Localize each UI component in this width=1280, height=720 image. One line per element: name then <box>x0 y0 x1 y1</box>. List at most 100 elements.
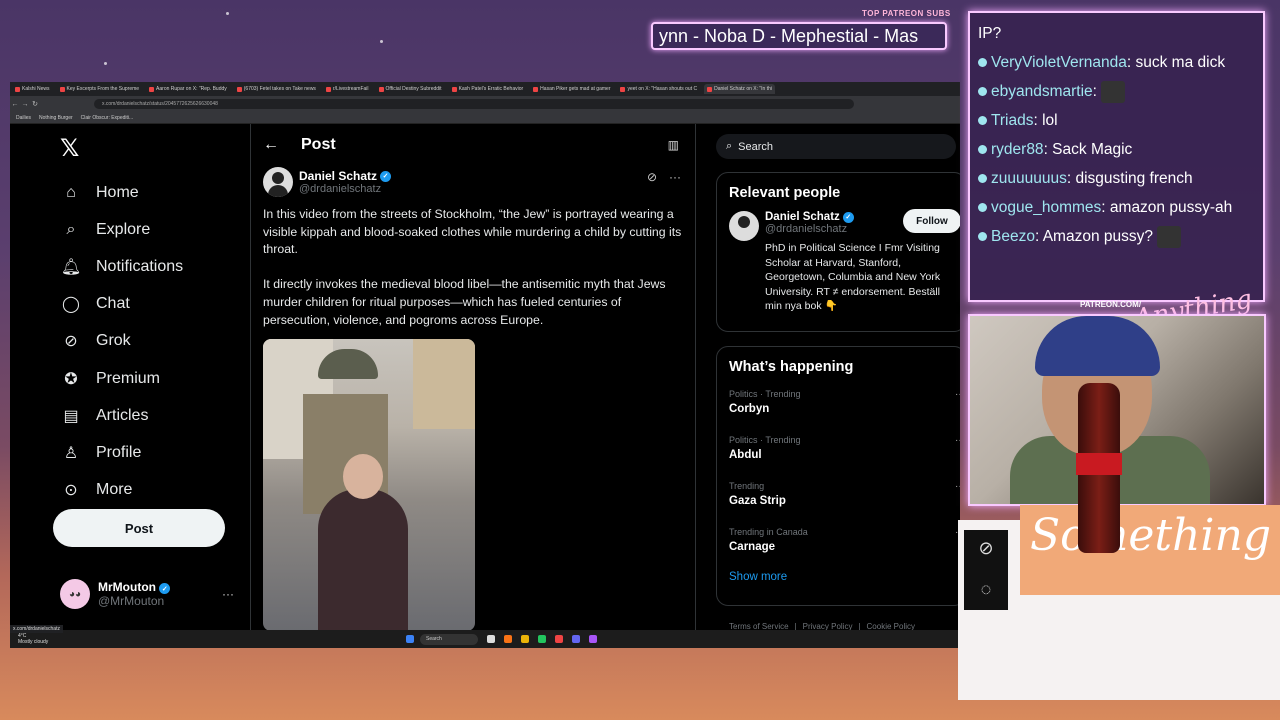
bookmark-item[interactable]: Dailies <box>16 115 31 121</box>
browser-tab[interactable]: Kalshi News <box>12 84 53 94</box>
browser-tab[interactable]: yeet on X: "Hasan shouts out C <box>617 84 700 94</box>
chat-badge-icon <box>978 58 987 68</box>
browser-tab[interactable]: Kash Patel's Erratic Behavior <box>449 84 527 94</box>
nav-item-home[interactable]: ⌂ Home <box>60 174 183 211</box>
back-arrow-icon[interactable]: ← <box>10 101 20 108</box>
browser-tab[interactable]: (6703) Fetel takes on Take news <box>234 84 319 94</box>
browser-tab[interactable]: r/LivestreamFail <box>323 84 372 94</box>
nav-item-more[interactable]: ⊙ More <box>60 472 183 509</box>
patreon-subs-label: TOP PATREON SUBS <box>862 9 951 18</box>
nav-item-label: Chat <box>96 295 130 313</box>
tab-favicon-icon <box>149 86 155 92</box>
post-button[interactable]: Post <box>53 509 225 547</box>
firefox-icon[interactable] <box>504 635 512 643</box>
chat-text: : suck ma dick <box>1126 54 1226 71</box>
trend-more-icon[interactable]: ··· <box>955 389 960 400</box>
chat-message: Triads: lol <box>978 106 1255 135</box>
x-logo-icon[interactable]: 𝕏 <box>60 134 79 162</box>
trend-item[interactable]: Trending Gaza Strip ··· <box>717 477 960 523</box>
avatar[interactable] <box>729 211 759 241</box>
chat-username[interactable]: VeryVioletVernanda <box>991 54 1127 71</box>
chat-username[interactable]: Triads <box>991 112 1034 129</box>
tab-favicon-icon <box>451 86 457 92</box>
author-avatar[interactable] <box>263 167 293 197</box>
account-name: MrMouton ✓ <box>98 580 171 595</box>
post-author[interactable]: Daniel Schatz ✓ @drdanielschatz <box>263 167 392 197</box>
chat-username[interactable]: ebyandsmartie <box>991 83 1093 100</box>
nav-item-label: Grok <box>96 332 131 350</box>
reader-mode-icon[interactable]: ▥ <box>668 138 679 152</box>
chat-text: : <box>1092 83 1097 100</box>
forward-arrow-icon[interactable]: → <box>20 101 30 108</box>
hair <box>1035 316 1160 376</box>
bookmark-item[interactable]: Clair Obscur: Expediti... <box>81 115 134 121</box>
browser-tab[interactable]: Official Destiny Subreddit <box>376 84 445 94</box>
chat-badge-icon <box>978 203 987 213</box>
folder-icon[interactable] <box>521 635 529 643</box>
chat-text: : disgusting french <box>1066 170 1193 187</box>
grok-icon[interactable]: ⊘ <box>978 538 993 559</box>
star <box>380 40 383 43</box>
account-handle: @MrMouton <box>98 594 165 609</box>
taskview-icon[interactable] <box>487 635 495 643</box>
trend-item[interactable]: Politics · Trending Corbyn ··· <box>717 385 960 431</box>
browser-tab[interactable]: Hasan Piker gets mad at gamer <box>530 84 613 94</box>
relevant-person[interactable]: Daniel Schatz ✓ @drdanielschatz PhD in Po… <box>717 209 960 314</box>
bell-icon: 🔔︎ <box>60 258 82 276</box>
star <box>104 62 107 65</box>
chat-username[interactable]: ryder88 <box>991 141 1044 158</box>
nav-item-premium[interactable]: ✪ Premium <box>60 360 183 397</box>
browser-tab[interactable]: Daniel Schatz on X: "In thi <box>704 84 775 94</box>
nav-item-grok[interactable]: ⊘ Grok <box>60 323 183 360</box>
trend-title: Gaza Strip <box>729 495 786 507</box>
chrome-icon[interactable] <box>555 635 563 643</box>
account-switcher[interactable]: ◕◕ MrMouton ✓ @MrMouton <box>60 579 171 609</box>
trend-more-icon[interactable]: ··· <box>955 481 960 492</box>
account-more-icon[interactable]: ··· <box>222 587 234 601</box>
tab-favicon-icon <box>325 86 331 92</box>
windows-start-icon[interactable] <box>406 635 414 643</box>
taskbar-search[interactable]: Search <box>420 633 478 645</box>
nav-item-notifications[interactable]: 🔔︎ Notifications <box>60 248 183 285</box>
search-input[interactable]: ⌕ Search <box>716 134 956 159</box>
url-input[interactable]: x.com/drdanielschatz/status/204577262562… <box>94 99 854 109</box>
author-name[interactable]: Daniel Schatz ✓ <box>299 169 392 183</box>
chat-username[interactable]: vogue_hommes <box>991 199 1101 216</box>
back-arrow-icon[interactable]: ← <box>263 136 279 154</box>
discord-icon[interactable] <box>572 635 580 643</box>
chat-icon[interactable]: ◌ <box>981 579 992 600</box>
weather-widget[interactable]: 4°C Mostly cloudy <box>18 633 48 645</box>
app-icon[interactable] <box>589 635 597 643</box>
chat-username[interactable]: zuuuuuuus <box>991 170 1067 187</box>
reload-icon[interactable]: ↻ <box>30 100 40 108</box>
nav-item-articles[interactable]: ▤ Articles <box>60 397 183 434</box>
nav-item-chat[interactable]: ◯ Chat <box>60 286 183 323</box>
post-video[interactable] <box>263 339 475 631</box>
trend-title: Abdul <box>729 449 762 461</box>
nav-item-profile[interactable]: ♙ Profile <box>60 434 183 471</box>
follow-button[interactable]: Follow <box>903 209 960 233</box>
more-icon[interactable]: ··· <box>669 170 681 184</box>
avatar: ◕◕ <box>60 579 90 609</box>
address-bar-row: ← → ↻ x.com/drdanielschatz/status/204577… <box>10 96 960 112</box>
trend-more-icon[interactable]: ··· <box>955 435 960 446</box>
cola-label <box>1076 453 1122 475</box>
trend-item[interactable]: Politics · Trending Abdul ··· <box>717 431 960 477</box>
search-icon: ⌕ <box>66 220 76 238</box>
tab-favicon-icon <box>15 86 20 92</box>
nav-item-explore[interactable]: ⌕ Explore <box>60 211 183 248</box>
tab-favicon-icon <box>378 86 384 92</box>
bookmark-item[interactable]: Nothing Burger <box>39 115 73 121</box>
browser-tab[interactable]: Key Excerpts From the Supreme <box>57 84 143 94</box>
chat-username[interactable]: Beezo <box>991 228 1035 245</box>
status-url: x.com/drdanielschatz <box>10 625 63 633</box>
app-icon[interactable] <box>538 635 546 643</box>
author-handle[interactable]: @drdanielschatz <box>299 183 391 195</box>
trend-item[interactable]: Trending in CanadaCarnage··· <box>717 523 960 569</box>
chat-message: ryder88: Sack Magic <box>978 135 1255 164</box>
show-more-link[interactable]: Show more <box>717 569 960 593</box>
trend-title: Carnage <box>729 541 776 553</box>
grok-icon[interactable]: ⊘ <box>647 170 657 184</box>
browser-tab[interactable]: Aaron Rupar on X: "Rep. Buddy <box>146 84 230 94</box>
chat-message: ebyandsmartie: <box>978 77 1255 106</box>
